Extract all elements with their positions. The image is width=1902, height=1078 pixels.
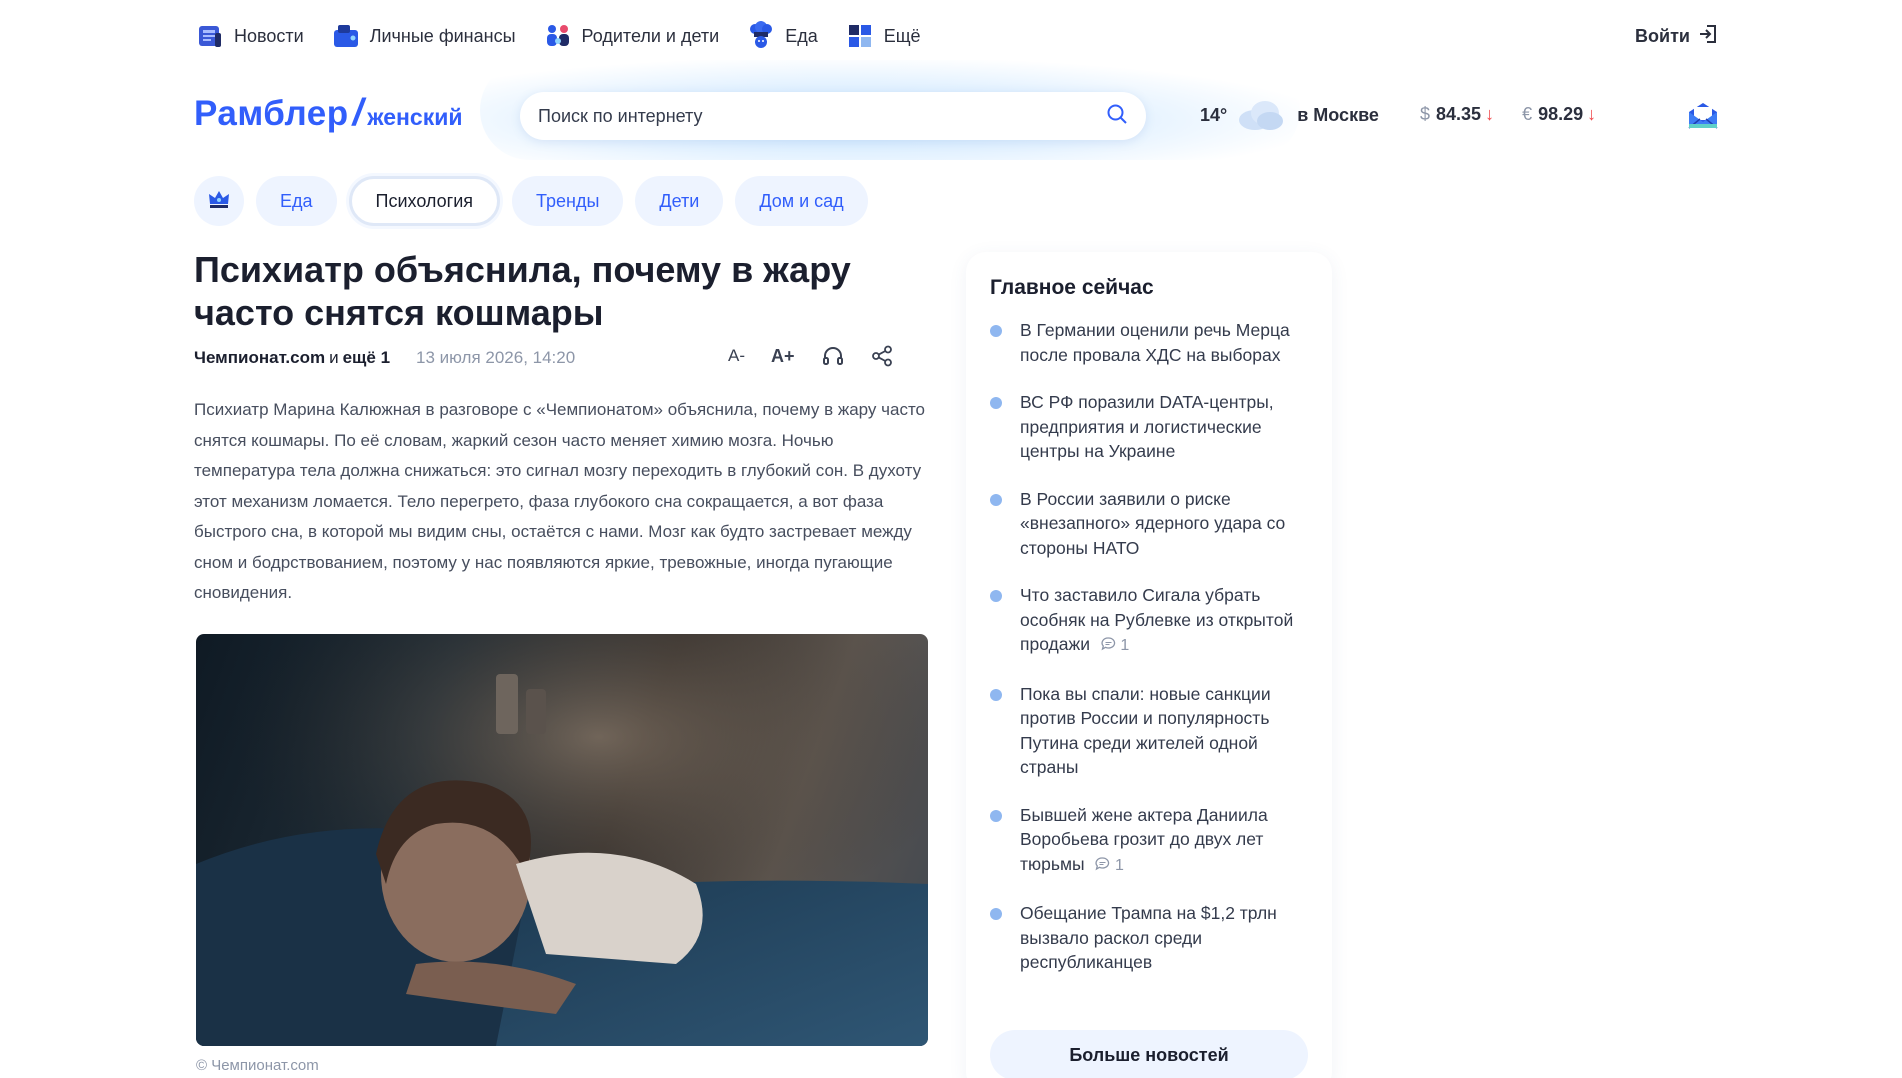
main-news-sidebar: Главное сейчас В Германии оценили речь М…	[966, 252, 1332, 1078]
usd-symbol: $	[1420, 104, 1431, 124]
news-item-text: В Германии оценили речь Мерца после пров…	[1020, 320, 1290, 365]
search-icon[interactable]	[1106, 103, 1128, 130]
comment-count-value: 1	[1114, 856, 1124, 874]
news-icon	[194, 20, 226, 52]
comment-count: 1	[1095, 856, 1124, 874]
font-increase-button[interactable]: A+	[771, 346, 795, 367]
news-list-item[interactable]: Обещание Трампа на $1,2 трлн вызвало рас…	[990, 901, 1308, 975]
news-item-wrap: Бывшей жене актера Даниила Воробьева гро…	[1020, 803, 1308, 879]
news-list-item[interactable]: В России заявили о риске «внезапного» яд…	[990, 487, 1308, 561]
topnav-item-more[interactable]: Ещё	[844, 20, 921, 52]
article-photo	[196, 634, 928, 1046]
login-icon	[1690, 24, 1718, 49]
topnav-item-family[interactable]: Родители и дети	[542, 20, 720, 52]
tab-psychology[interactable]: Психология	[348, 176, 501, 226]
comment-count-value: 1	[1120, 637, 1130, 654]
topnav-item-finance[interactable]: Личные финансы	[330, 20, 516, 52]
article-tools: A- A+	[728, 344, 893, 368]
finance-icon	[330, 20, 362, 52]
login-label: Войти	[1635, 26, 1690, 46]
tab-kids[interactable]: Дети	[635, 176, 724, 226]
cloud-icon	[1235, 98, 1285, 132]
bullet-dot	[990, 493, 1002, 506]
news-list-item[interactable]: Что заставило Сигала убрать особняк на Р…	[990, 583, 1308, 659]
family-icon	[542, 20, 574, 52]
article-meta: Чемпионат.com и ещё 1 13 июля 2026, 14:2…	[194, 348, 575, 368]
topnav-item-news[interactable]: Новости	[194, 20, 304, 52]
comment-count: 1	[1101, 637, 1129, 654]
news-item-text: Бывшей жене актера Даниила Воробьева гро…	[1020, 804, 1268, 874]
topnav-item-food[interactable]: Еда	[745, 20, 818, 52]
news-item-text: Пока вы спали: новые санкции против Росс…	[1020, 683, 1271, 778]
topnav-label: Родители и дети	[581, 25, 720, 46]
currency-rates: $ 84.35 ↓ € 98.29 ↓	[1420, 104, 1596, 125]
bullet-dot	[990, 908, 1002, 920]
news-item-text: В России заявили о риске «внезапного» яд…	[1020, 488, 1286, 558]
article-title: Психиатр объяснила, почему в жару часто …	[194, 249, 851, 333]
topnav-label: Еда	[785, 25, 818, 46]
category-tabs: Еда Психология Тренды Дети Дом и сад	[194, 176, 868, 226]
comment-icon	[1095, 856, 1110, 870]
share-icon[interactable]	[871, 345, 893, 367]
headphones-icon[interactable]	[821, 344, 845, 368]
mail-icon[interactable]	[1686, 100, 1720, 137]
grid-icon	[844, 20, 876, 52]
tab-trends[interactable]: Тренды	[512, 176, 624, 226]
article-date: 13 июля 2026, 14:20	[416, 348, 576, 367]
rambler-logo[interactable]: Рамблер / женский	[194, 92, 463, 135]
topnav-label: Ещё	[883, 25, 921, 46]
news-item-text: Обещание Трампа на $1,2 трлн вызвало рас…	[1020, 903, 1277, 972]
weather-temp: 14°	[1200, 104, 1228, 125]
eur-rate[interactable]: € 98.29 ↓	[1522, 104, 1596, 125]
tab-home[interactable]	[194, 176, 244, 226]
crown-icon	[206, 186, 232, 217]
more-news-button[interactable]: Больше новостей	[990, 1030, 1308, 1078]
logo-sub: женский	[367, 104, 463, 130]
font-decrease-button[interactable]: A-	[728, 346, 745, 366]
bullet-dot	[990, 590, 1002, 602]
sidebar-title: Главное сейчас	[990, 276, 1154, 299]
bullet-dot	[990, 809, 1002, 822]
tab-home-garden[interactable]: Дом и сад	[735, 176, 868, 226]
bullet-dot	[990, 688, 1002, 701]
usd-value: 84.35	[1436, 104, 1482, 124]
down-arrow-icon: ↓	[1485, 104, 1495, 124]
comment-icon	[1101, 637, 1116, 651]
login-button[interactable]: Войти	[1635, 24, 1718, 49]
news-list-item[interactable]: В Германии оценили речь Мерца после пров…	[990, 318, 1308, 367]
chef-icon	[745, 20, 777, 52]
top-navigation: Новости Личные финансы Родители и дети Е…	[194, 20, 947, 52]
logo-main: Рамблер	[194, 94, 349, 133]
article-source-link[interactable]: Чемпионат.com	[194, 348, 325, 368]
article-body: Психиатр Марина Калюжная в разговоре с «…	[194, 400, 926, 602]
topnav-label: Личные финансы	[369, 25, 516, 46]
news-item-text: Что заставило Сигала убрать особняк на Р…	[1020, 585, 1294, 654]
news-list-item[interactable]: ВС РФ поразили DATA-центры, предприятия …	[990, 390, 1308, 464]
bullet-dot	[990, 325, 1002, 337]
more-sources-link[interactable]: ещё 1	[343, 348, 390, 368]
weather-widget[interactable]: 14° в Москве	[1200, 98, 1379, 132]
news-list-item[interactable]: Пока вы спали: новые санкции против Росс…	[990, 682, 1308, 780]
search-input[interactable]	[538, 105, 1106, 127]
down-arrow-icon: ↓	[1587, 104, 1597, 124]
topnav-label: Новости	[234, 25, 304, 46]
photo-caption: © Чемпионат.com	[196, 1057, 319, 1074]
eur-value: 98.29	[1538, 104, 1584, 124]
usd-rate[interactable]: $ 84.35 ↓	[1420, 104, 1494, 125]
bullet-dot	[990, 397, 1002, 409]
tab-food[interactable]: Еда	[256, 176, 337, 226]
logo-slash: /	[352, 92, 364, 134]
article-source-and: и	[329, 348, 339, 367]
eur-symbol: €	[1522, 104, 1533, 124]
news-item-text: ВС РФ поразили DATA-центры, предприятия …	[1020, 392, 1274, 461]
news-item-wrap: Что заставило Сигала убрать особняк на Р…	[1020, 583, 1308, 659]
search-bar	[520, 92, 1146, 140]
weather-city: в Москве	[1297, 104, 1379, 125]
news-list-item[interactable]: Бывшей жене актера Даниила Воробьева гро…	[990, 803, 1308, 879]
